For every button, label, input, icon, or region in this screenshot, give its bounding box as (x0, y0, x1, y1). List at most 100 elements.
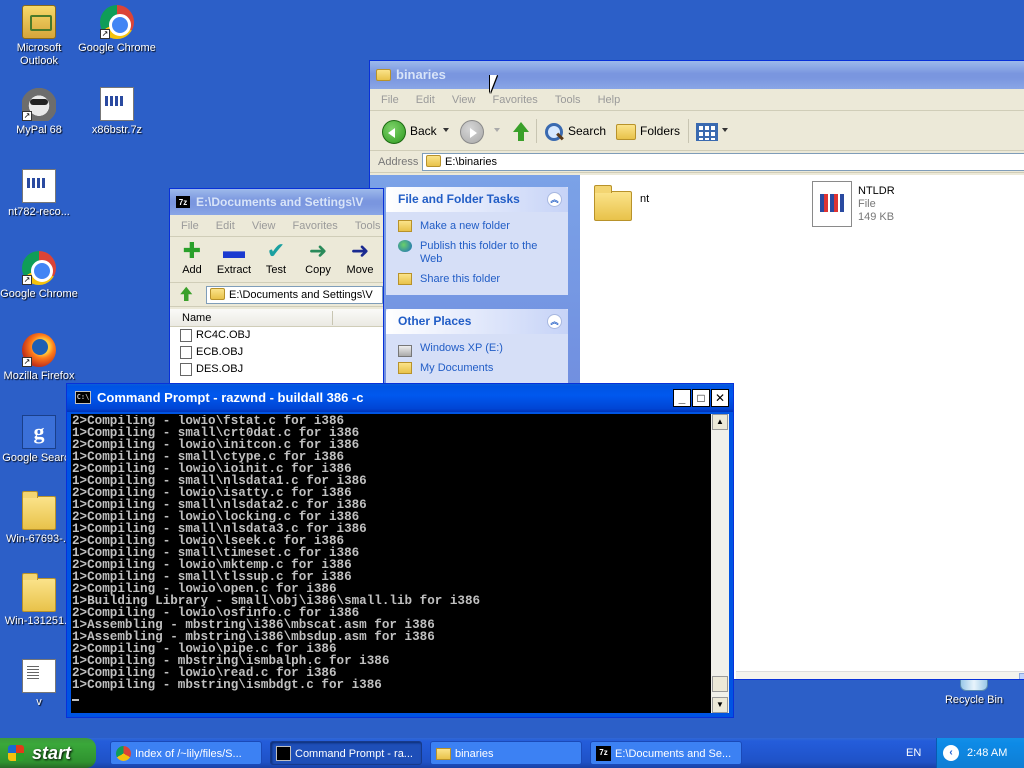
desktop-icon-x86bstr[interactable]: x86bstr.7z (78, 87, 156, 137)
taskbar: start Index of /~lily/files/S... Command… (0, 738, 1024, 768)
extract-button[interactable]: ▬ Extract (212, 238, 256, 277)
taskbar-item-7zip[interactable]: 7z E:\Documents and Se... (590, 741, 742, 765)
collapse-chevron-icon[interactable]: ︽ (547, 314, 562, 329)
sevenzip-window[interactable]: 7z E:\Documents and Settings\V File Edit… (169, 188, 384, 388)
text-cursor (72, 699, 79, 701)
task-make-folder[interactable]: Make a new folder (386, 216, 568, 236)
folder-icon (594, 185, 632, 221)
file-item-ntldr[interactable]: NTLDR File 149 KB (812, 181, 895, 227)
column-header-name[interactable]: Name (170, 309, 383, 327)
menu-view[interactable]: View (445, 89, 483, 111)
up-folder-icon[interactable] (178, 286, 193, 301)
menu-help[interactable]: Help (591, 89, 628, 111)
file-item-nt[interactable]: nt (594, 183, 649, 221)
test-label: Test (265, 264, 287, 276)
menu-tools[interactable]: Tools (548, 89, 588, 111)
archive-file-icon (100, 87, 134, 121)
desktop-icon-chrome-2[interactable]: ↗ Google Chrome (0, 251, 78, 301)
place-my-documents[interactable]: My Documents (386, 358, 568, 378)
taskbar-item-cmd[interactable]: Command Prompt - ra... (270, 741, 422, 765)
close-button[interactable]: ✕ (711, 389, 729, 407)
desktop-icon-nt782[interactable]: nt782-reco... (0, 169, 78, 219)
collapse-chevron-icon[interactable]: ︽ (547, 192, 562, 207)
folders-label: Folders (640, 124, 681, 138)
desktop-icon-label: Microsoft Outlook (16, 42, 62, 67)
desktop-icon-firefox[interactable]: ↗ Mozilla Firefox (0, 333, 78, 383)
task-publish-web[interactable]: Publish this folder to the Web (386, 236, 568, 269)
address-bar: Address E:\binaries (370, 151, 1024, 173)
drive-icon (398, 345, 412, 357)
task-label: E:\Documents and Se... (615, 748, 732, 760)
address-input[interactable]: E:\binaries (422, 153, 1024, 171)
command-prompt-window[interactable]: C:\ Command Prompt - razwnd - buildall 3… (66, 383, 734, 718)
place-windows-xp-drive[interactable]: Windows XP (E:) (386, 338, 568, 358)
desktop-icon-outlook[interactable]: Microsoft Outlook (0, 5, 78, 68)
window-title: Command Prompt - razwnd - buildall 386 -… (97, 390, 364, 405)
scroll-up-icon[interactable]: ▲ (712, 414, 728, 430)
scroll-thumb[interactable] (712, 676, 728, 692)
copy-button[interactable]: ➜ Copy (296, 240, 340, 277)
language-indicator[interactable]: EN (906, 738, 921, 768)
menu-file[interactable]: File (374, 89, 406, 111)
desktop-icon-mypal[interactable]: ↗ MyPal 68 (0, 87, 78, 137)
cmd-title-bar[interactable]: C:\ Command Prompt - razwnd - buildall 3… (67, 384, 733, 412)
menu-edit[interactable]: Edit (409, 89, 442, 111)
forward-button[interactable] (456, 117, 500, 145)
panel-header[interactable]: File and Folder Tasks ︽ (386, 187, 568, 212)
back-button[interactable]: Back (378, 117, 449, 145)
start-button[interactable]: start (0, 738, 96, 768)
desktop-icon-label: Google Chrome (78, 42, 156, 54)
explorer-title-bar[interactable]: binaries (370, 61, 1024, 89)
sevenzip-path-input[interactable]: E:\Documents and Settings\V (206, 286, 383, 304)
file-name: DES.OBJ (196, 363, 244, 375)
sevenzip-address-bar: E:\Documents and Settings\V (170, 283, 383, 307)
search-button[interactable]: Search (540, 117, 606, 145)
panel-header[interactable]: Other Places ︽ (386, 309, 568, 334)
menu-file[interactable]: File (174, 215, 206, 237)
scroll-down-icon[interactable]: ▼ (712, 697, 728, 713)
taskbar-item-chrome[interactable]: Index of /~lily/files/S... (110, 741, 262, 765)
move-button[interactable]: ➜ Move (338, 240, 382, 277)
extract-icon: ▬ (223, 238, 245, 263)
task-label: Share this folder (420, 273, 501, 285)
obj-file-icon (180, 363, 192, 376)
panel-title: File and Folder Tasks (398, 192, 520, 206)
mypal-icon: ↗ (22, 87, 56, 121)
sevenzip-title-bar[interactable]: 7z E:\Documents and Settings\V (170, 189, 383, 215)
window-title: E:\Documents and Settings\V (196, 195, 364, 209)
list-item[interactable]: DES.OBJ (170, 361, 383, 378)
add-button[interactable]: ✚ Add (170, 240, 214, 277)
search-icon (544, 122, 564, 142)
file-size: 149 KB (858, 211, 895, 223)
vertical-scrollbar[interactable]: ▲ ▼ (711, 414, 729, 713)
menu-edit[interactable]: Edit (209, 215, 242, 237)
list-item[interactable]: RC4C.OBJ (170, 327, 383, 344)
horizontal-scrollbar[interactable]: > (736, 671, 1024, 679)
clock: 2:48 AM (967, 747, 1008, 759)
minimize-button[interactable]: _ (673, 389, 691, 407)
task-share-folder[interactable]: Share this folder (386, 269, 568, 289)
scroll-right-icon[interactable]: > (1019, 673, 1024, 679)
file-name: ECB.OBJ (196, 346, 244, 358)
console-output: 2>Compiling - lowio\fstat.c for i386 1>Co… (72, 415, 710, 713)
folder-icon (22, 573, 56, 612)
folder-icon (426, 155, 441, 167)
taskbar-item-binaries[interactable]: binaries (430, 741, 582, 765)
menu-tools[interactable]: Tools (348, 215, 383, 237)
folder-icon (376, 69, 391, 81)
maximize-button[interactable]: □ (692, 389, 710, 407)
sevenzip-toolbar: ✚ Add ▬ Extract ✔ Test ➜ Copy ➜ Move (170, 237, 383, 283)
list-item[interactable]: ECB.OBJ (170, 344, 383, 361)
desktop-icon-chrome[interactable]: ↗ Google Chrome (78, 5, 156, 55)
window-title: binaries (396, 67, 446, 82)
menu-view[interactable]: View (245, 215, 283, 237)
folders-button[interactable]: Folders (612, 117, 680, 145)
menu-favorites[interactable]: Favorites (286, 215, 345, 237)
up-folder-button[interactable] (506, 117, 536, 145)
my-documents-icon (398, 362, 412, 374)
views-button[interactable] (692, 117, 728, 145)
test-button[interactable]: ✔ Test (254, 240, 298, 277)
tray-expand-icon[interactable]: ‹ (943, 745, 959, 761)
cmd-icon: C:\ (75, 391, 91, 404)
console-area[interactable]: 2>Compiling - lowio\fstat.c for i386 1>Co… (71, 414, 729, 713)
